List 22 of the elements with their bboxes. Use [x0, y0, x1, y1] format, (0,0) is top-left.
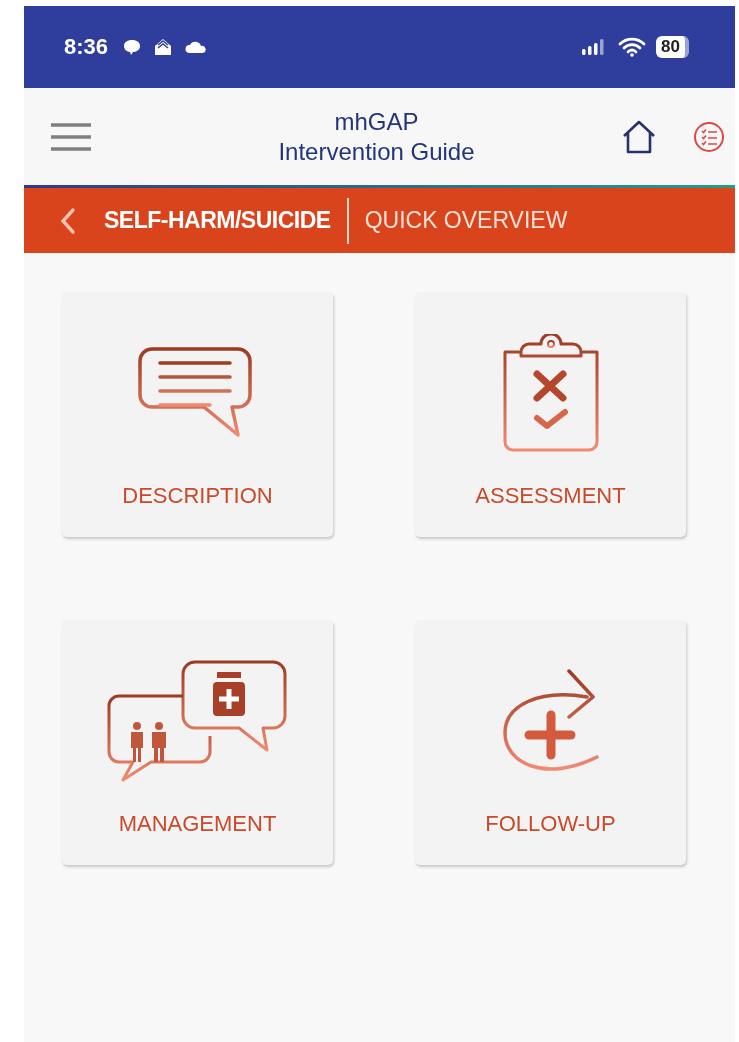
home-button[interactable] — [621, 119, 657, 154]
topic-tile[interactable]: ASSESSMENT — [415, 292, 686, 537]
battery-indicator: 80 — [656, 36, 689, 58]
menu-icon — [50, 121, 92, 152]
topic-tile[interactable]: DESCRIPTION — [62, 292, 333, 537]
cloud-icon — [184, 40, 209, 54]
section-title: SELF-HARM/SUICIDE — [104, 207, 331, 234]
page-title: QUICK OVERVIEW — [364, 207, 568, 234]
menu-button[interactable] — [50, 121, 92, 152]
app-title: mhGAP — [334, 106, 419, 137]
wifi-icon — [618, 37, 647, 57]
home-icon — [621, 119, 657, 154]
topic-tile[interactable]: FOLLOW-UP — [415, 620, 686, 865]
back-button[interactable] — [60, 206, 76, 235]
chat-icon — [122, 38, 143, 56]
back-icon — [60, 206, 76, 235]
checklist-button[interactable] — [693, 120, 725, 153]
consultation-bubbles-icon — [106, 659, 289, 782]
status-time: 8:36 — [64, 34, 109, 60]
checklist-icon — [693, 120, 725, 153]
topic-tile[interactable]: MANAGEMENT — [62, 620, 333, 865]
app-subtitle: Intervention Guide — [278, 136, 475, 167]
